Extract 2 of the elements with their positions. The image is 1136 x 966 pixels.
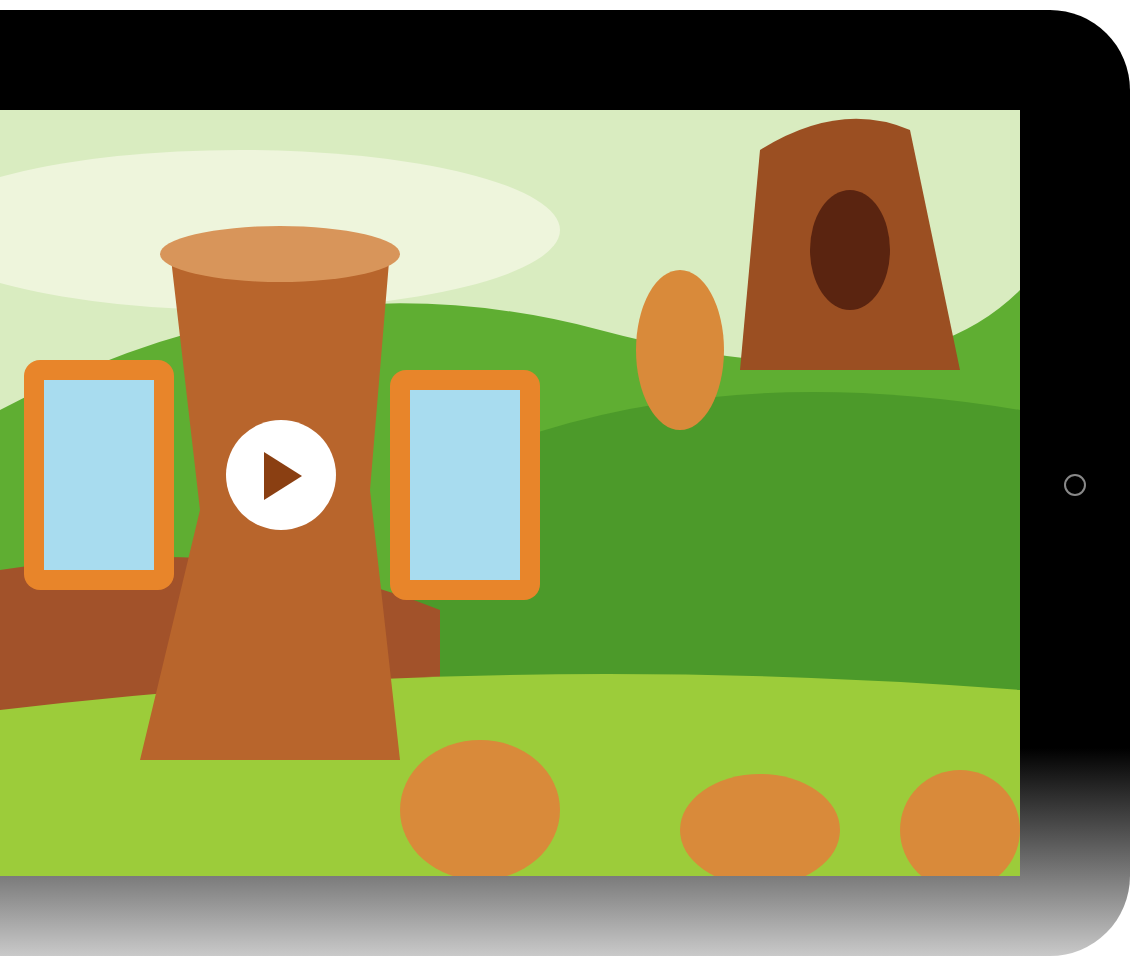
home-button[interactable] xyxy=(1064,474,1086,496)
play-icon xyxy=(259,449,303,501)
